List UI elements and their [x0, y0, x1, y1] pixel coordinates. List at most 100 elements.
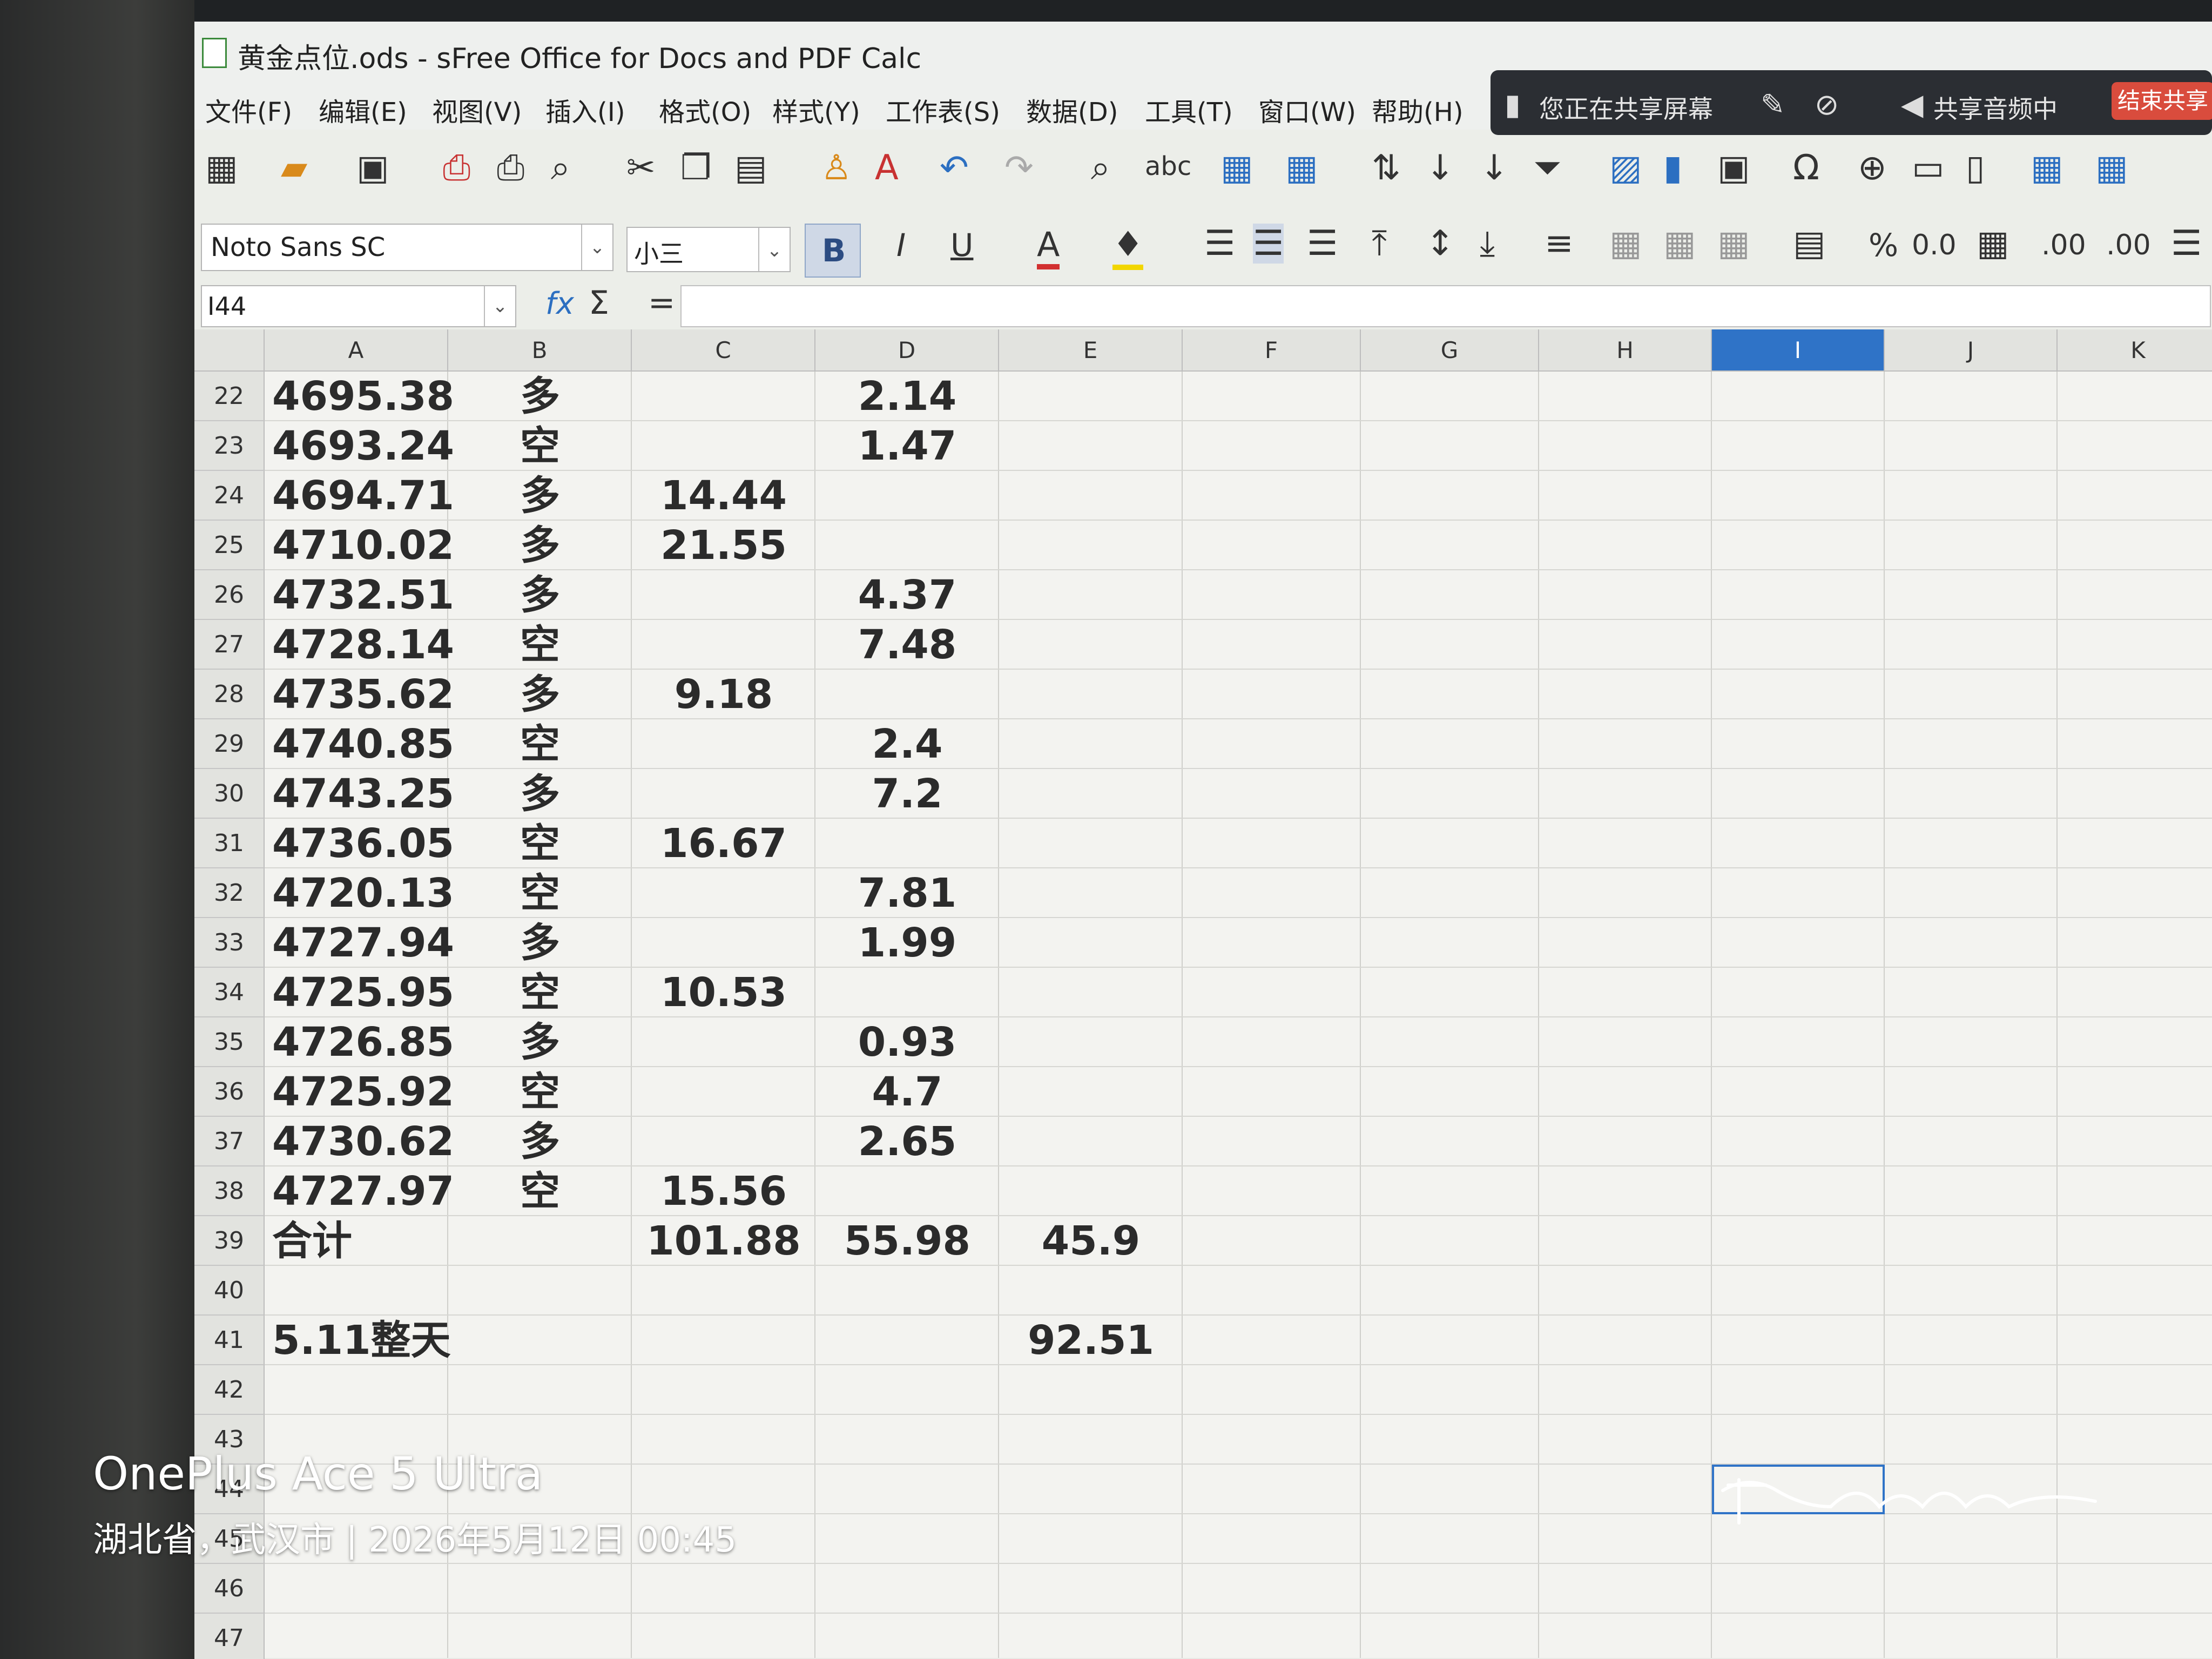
cell-c25[interactable]: 21.55 — [632, 522, 815, 569]
column-header-i[interactable]: I — [1712, 329, 1885, 372]
cell-a39[interactable]: 合计 — [272, 1217, 352, 1265]
menu-item[interactable]: 数据(D) — [1026, 91, 1118, 129]
column-header-b[interactable]: B — [448, 329, 632, 372]
save-icon[interactable]: ▣ — [356, 148, 389, 188]
cell-d30[interactable]: 7.2 — [815, 770, 999, 818]
font-size-box[interactable]: 小三 ⌄ — [626, 227, 791, 272]
cell-b31[interactable]: 空 — [448, 820, 632, 867]
row-icon[interactable]: ▦ — [1220, 148, 1253, 188]
sort-descending-icon[interactable]: ↓ — [1480, 148, 1509, 188]
row-header[interactable]: 23 — [194, 421, 265, 471]
row-header[interactable]: 28 — [194, 670, 265, 719]
cell-a41[interactable]: 5.11整天 — [272, 1317, 451, 1364]
column-header-g[interactable]: G — [1361, 329, 1539, 372]
column-icon[interactable]: ▦ — [1285, 148, 1318, 188]
wrap-text-icon[interactable]: ≡ — [1545, 224, 1574, 264]
format-paintbrush-icon[interactable]: ♙ — [821, 148, 852, 188]
cell-a35[interactable]: 4726.85 — [272, 1019, 454, 1066]
header-footer-icon[interactable]: ▯ — [1966, 148, 1985, 188]
indent-icon[interactable]: ☰ — [2171, 224, 2202, 264]
align-center-icon[interactable]: ☰ — [1253, 224, 1284, 264]
row-header[interactable]: 39 — [194, 1216, 265, 1266]
row-header[interactable]: 38 — [194, 1166, 265, 1216]
cell-d27[interactable]: 7.48 — [815, 621, 999, 669]
cell-b25[interactable]: 多 — [448, 522, 632, 569]
function-wizard-button[interactable]: fx — [545, 286, 574, 321]
underline-button[interactable]: U — [950, 227, 973, 264]
cell-c24[interactable]: 14.44 — [632, 472, 815, 520]
clear-format-icon[interactable]: A — [875, 148, 899, 188]
align-top-icon[interactable]: ⤒ — [1372, 224, 1387, 264]
row-header[interactable]: 27 — [194, 620, 265, 670]
add-decimal-button[interactable]: .00 — [2041, 229, 2086, 261]
cell-e41[interactable]: 92.51 — [999, 1317, 1183, 1364]
cell-a36[interactable]: 4725.92 — [272, 1068, 454, 1116]
align-left-icon[interactable]: ☰ — [1204, 224, 1235, 264]
row-header[interactable]: 32 — [194, 868, 265, 918]
row-header[interactable]: 40 — [194, 1266, 265, 1316]
unmerge-cells-icon[interactable]: ▦ — [1717, 224, 1750, 264]
sort-ascending-icon[interactable]: ↓ — [1426, 148, 1455, 188]
row-header[interactable]: 25 — [194, 521, 265, 570]
bold-button[interactable]: B — [805, 224, 861, 278]
cell-a32[interactable]: 4720.13 — [272, 869, 454, 917]
column-header-c[interactable]: C — [632, 329, 815, 372]
row-header[interactable]: 34 — [194, 968, 265, 1017]
menu-item[interactable]: 工具(T) — [1145, 91, 1233, 129]
merge-cells-icon[interactable]: ▦ — [1609, 224, 1642, 264]
pivot-table-icon[interactable]: ▣ — [1717, 148, 1750, 188]
cell-c28[interactable]: 9.18 — [632, 671, 815, 718]
menu-item[interactable]: 视图(V) — [432, 91, 522, 129]
sort-icon[interactable]: ⇅ — [1372, 148, 1401, 188]
highlight-icon[interactable]: ♦ — [1112, 225, 1144, 270]
cell-d32[interactable]: 7.81 — [815, 869, 999, 917]
font-color-button[interactable]: A — [1037, 225, 1060, 269]
new-icon[interactable]: ▦ — [205, 148, 238, 188]
cell-a34[interactable]: 4725.95 — [272, 969, 454, 1016]
cell-b29[interactable]: 空 — [448, 720, 632, 768]
percent-button[interactable]: % — [1869, 227, 1898, 264]
comment-icon[interactable]: ▭ — [1912, 148, 1944, 188]
cell-d37[interactable]: 2.65 — [815, 1118, 999, 1165]
menu-item[interactable]: 帮助(H) — [1372, 91, 1464, 129]
date-format-icon[interactable]: ▦ — [1977, 224, 2009, 264]
cell-d39[interactable]: 55.98 — [815, 1217, 999, 1265]
cell-b30[interactable]: 多 — [448, 770, 632, 818]
paste-icon[interactable]: ▤ — [734, 148, 767, 188]
cell-a37[interactable]: 4730.62 — [272, 1118, 454, 1165]
cell-b24[interactable]: 多 — [448, 472, 632, 520]
cell-b23[interactable]: 空 — [448, 422, 632, 470]
row-header[interactable]: 47 — [194, 1614, 265, 1659]
print-preview-icon[interactable]: ⌕ — [551, 148, 570, 188]
menu-item[interactable]: 格式(O) — [659, 91, 751, 129]
formula-input[interactable] — [680, 285, 2211, 327]
select-all-corner[interactable] — [194, 329, 265, 372]
cell-a29[interactable]: 4740.85 — [272, 720, 454, 768]
row-header[interactable]: 35 — [194, 1017, 265, 1067]
row-header[interactable]: 36 — [194, 1067, 265, 1117]
cell-a30[interactable]: 4743.25 — [272, 770, 454, 818]
hyperlink-icon[interactable]: ⊕ — [1858, 148, 1887, 188]
column-header-h[interactable]: H — [1539, 329, 1712, 372]
cell-a33[interactable]: 4727.94 — [272, 919, 454, 967]
name-box[interactable]: I44 ⌄ — [201, 285, 516, 327]
cell-b22[interactable]: 多 — [448, 373, 632, 420]
undo-icon[interactable]: ↶ — [940, 148, 969, 188]
hide-icon[interactable]: ⊘ — [1815, 87, 1839, 122]
cell-d23[interactable]: 1.47 — [815, 422, 999, 470]
column-header-a[interactable]: A — [265, 329, 448, 372]
cell-b35[interactable]: 多 — [448, 1019, 632, 1066]
row-header[interactable]: 22 — [194, 372, 265, 421]
cell-a22[interactable]: 4695.38 — [272, 373, 454, 420]
split-window-icon[interactable]: ▦ — [2095, 148, 2128, 188]
column-header-k[interactable]: K — [2058, 329, 2212, 372]
print-icon[interactable]: ⎙ — [497, 148, 524, 188]
cell-b37[interactable]: 多 — [448, 1118, 632, 1165]
chevron-down-icon[interactable]: ⌄ — [581, 225, 612, 270]
cell-d36[interactable]: 4.7 — [815, 1068, 999, 1116]
italic-button[interactable]: I — [896, 227, 906, 264]
menu-item[interactable]: 工作表(S) — [886, 91, 1000, 129]
copy-icon[interactable]: ❐ — [680, 148, 711, 188]
row-header[interactable]: 41 — [194, 1316, 265, 1365]
row-header[interactable]: 24 — [194, 471, 265, 521]
